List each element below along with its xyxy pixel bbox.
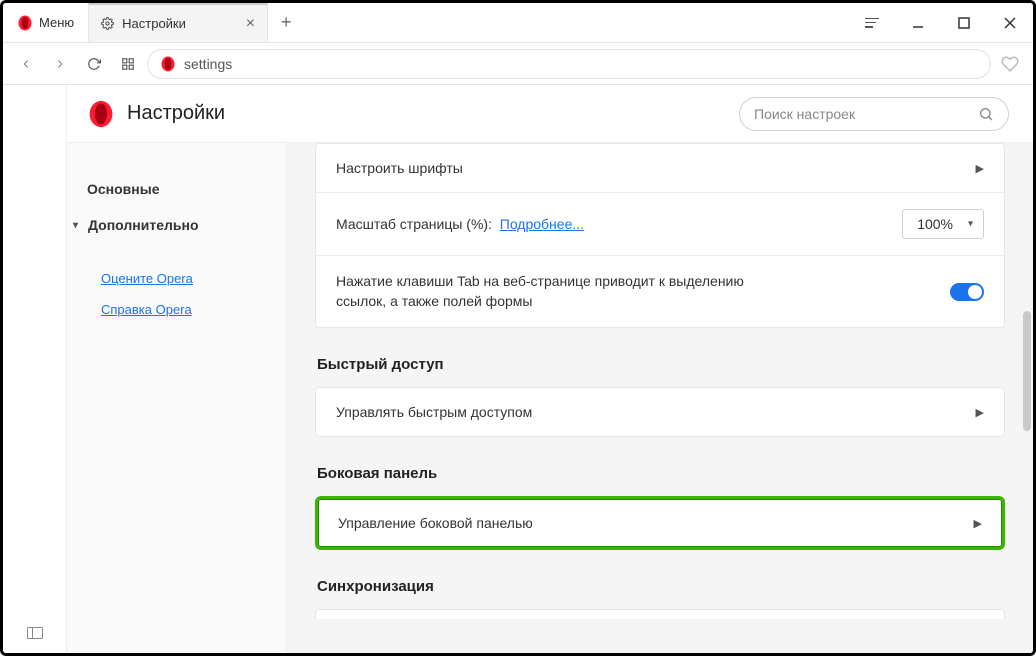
maximize-icon	[958, 17, 970, 29]
new-tab-button[interactable]: +	[268, 3, 304, 42]
reload-button[interactable]	[79, 49, 109, 79]
chevron-left-icon	[19, 57, 33, 71]
chevron-right-icon: ▶	[976, 406, 984, 419]
chevron-right-icon: ▶	[974, 517, 982, 530]
search-icon	[978, 106, 994, 122]
address-field[interactable]: settings	[147, 49, 991, 79]
row-label: Нажатие клавиши Tab на веб-странице прив…	[336, 272, 756, 311]
menu-label: Меню	[39, 15, 74, 30]
tab-highlight-toggle[interactable]	[950, 283, 984, 301]
settings-search-input[interactable]: Поиск настроек	[739, 97, 1009, 131]
grid-icon	[121, 57, 135, 71]
tab-close-icon[interactable]: ×	[246, 16, 255, 32]
stack-icon	[865, 18, 879, 28]
menu-button[interactable]: Меню	[3, 3, 88, 42]
chevron-right-icon: ▶	[976, 162, 984, 175]
zoom-value: 100%	[917, 216, 953, 232]
close-icon	[1004, 17, 1016, 29]
minimize-icon	[912, 17, 924, 29]
speed-dial-button[interactable]	[113, 49, 143, 79]
row-page-zoom: Масштаб страницы (%): Подробнее... 100%	[316, 192, 1004, 255]
page-title: Настройки	[127, 102, 225, 125]
row-label: Настроить шрифты	[336, 160, 463, 176]
row-label: Масштаб страницы (%):	[336, 216, 492, 232]
sidebar-link-help[interactable]: Справка Opera	[87, 294, 266, 325]
chevron-right-icon	[53, 57, 67, 71]
forward-button[interactable]	[45, 49, 75, 79]
close-button[interactable]	[987, 3, 1033, 43]
address-text: settings	[184, 56, 232, 72]
section-title-quick-access: Быстрый доступ	[317, 356, 1005, 373]
minimize-button[interactable]	[895, 3, 941, 43]
row-manage-sidebar[interactable]: Управление боковой панелью ▶	[315, 496, 1005, 550]
row-label: Управлять быстрым доступом	[336, 404, 532, 420]
sidebar-item-advanced[interactable]: Дополнительно	[87, 207, 266, 243]
opera-icon	[160, 56, 176, 72]
panels-icon[interactable]	[27, 627, 43, 639]
search-placeholder: Поиск настроек	[754, 106, 855, 122]
gear-icon	[101, 17, 114, 30]
heart-icon	[1001, 55, 1019, 73]
bookmark-button[interactable]	[995, 49, 1025, 79]
zoom-learn-more-link[interactable]: Подробнее...	[500, 216, 584, 232]
row-manage-quick-access[interactable]: Управлять быстрым доступом ▶	[316, 388, 1004, 436]
tab-settings[interactable]: Настройки ×	[88, 3, 268, 42]
tab-label: Настройки	[122, 16, 186, 31]
zoom-select[interactable]: 100%	[902, 209, 984, 239]
scrollbar-thumb[interactable]	[1023, 311, 1031, 431]
reload-icon	[87, 57, 101, 71]
sidebar-item-basic[interactable]: Основные	[87, 171, 266, 207]
opera-icon	[17, 15, 33, 31]
row-configure-fonts[interactable]: Настроить шрифты ▶	[316, 144, 1004, 192]
maximize-button[interactable]	[941, 3, 987, 43]
opera-logo-icon	[87, 100, 115, 128]
row-label: Управление боковой панелью	[338, 515, 533, 531]
sidebar-link-rate[interactable]: Оцените Opera	[87, 263, 266, 294]
section-title-sidebar: Боковая панель	[317, 465, 1005, 482]
tabs-menu-button[interactable]	[849, 3, 895, 43]
row-tab-highlight: Нажатие клавиши Tab на веб-странице прив…	[316, 255, 1004, 327]
back-button[interactable]	[11, 49, 41, 79]
section-title-sync: Синхронизация	[317, 578, 1005, 595]
